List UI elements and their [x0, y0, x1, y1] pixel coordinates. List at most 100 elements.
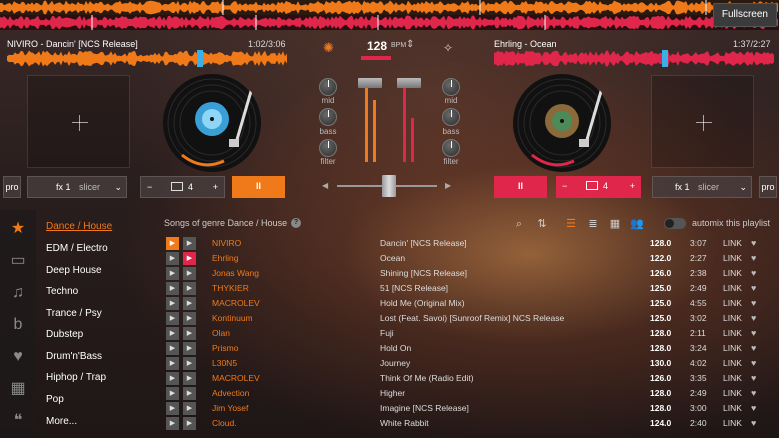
crossfader-right-arrow-icon[interactable]: ▶	[445, 182, 453, 190]
load-deck-right-button[interactable]: ▶	[183, 252, 196, 265]
deck-right-overview-wave[interactable]	[0, 15, 779, 30]
deck-right-loop-minus[interactable]: −	[562, 176, 567, 196]
track-link[interactable]: LINK	[723, 253, 742, 263]
genre-hiphop-trap[interactable]: Hiphop / Trap	[46, 372, 106, 383]
track-row[interactable]: ▶ ▶ MACROLEV Think Of Me (Radio Edit) 126.0 3…	[160, 371, 779, 386]
heart-icon[interactable]: ♥	[751, 343, 756, 353]
track-row[interactable]: ▶ ▶ Jonas Wang Shining [NCS Release] 126.0 2:…	[160, 266, 779, 281]
effects-wand-icon[interactable]: ✧	[443, 41, 453, 55]
track-row[interactable]: ▶ ▶ Kontinuum Lost (Feat. Savoi) [Sunroof R…	[160, 311, 779, 326]
deck-left-loop-control[interactable]: − 4 +	[140, 176, 225, 198]
deck-right-volume-fader[interactable]	[397, 78, 421, 88]
heart-icon[interactable]: ♥	[751, 238, 756, 248]
load-deck-right-button[interactable]: ▶	[183, 417, 196, 430]
genre-pop[interactable]: Pop	[46, 394, 64, 405]
heart-icon[interactable]: ♥	[751, 313, 756, 323]
help-icon[interactable]: ?	[291, 218, 301, 228]
track-link[interactable]: LINK	[723, 358, 742, 368]
heart-icon[interactable]: ♥	[751, 373, 756, 383]
deck-right-pause-button[interactable]: II	[494, 176, 547, 198]
overview-waveform[interactable]: Fullscreen	[0, 0, 779, 30]
load-deck-right-button[interactable]: ▶	[183, 312, 196, 325]
grid-icon[interactable]: ▦	[9, 380, 27, 398]
genre-edm-electro[interactable]: EDM / Electro	[46, 243, 108, 254]
deck-right-mini-waveform[interactable]	[494, 50, 774, 67]
deck-left-volume-fader[interactable]	[358, 78, 382, 88]
genre-techno[interactable]: Techno	[46, 286, 78, 297]
track-link[interactable]: LINK	[723, 328, 742, 338]
track-link[interactable]: LINK	[723, 298, 742, 308]
deck-left-pause-button[interactable]: II	[232, 176, 285, 198]
load-deck-left-button[interactable]: ▶	[166, 267, 179, 280]
deck-right-loop-control[interactable]: − 4 +	[556, 176, 641, 198]
deck-left-loop-minus[interactable]: −	[147, 177, 152, 197]
track-link[interactable]: LINK	[723, 313, 742, 323]
load-deck-right-button[interactable]: ▶	[183, 297, 196, 310]
track-link[interactable]: LINK	[723, 418, 742, 428]
deck-left-turntable[interactable]	[162, 73, 262, 173]
genre-more[interactable]: More...	[46, 416, 77, 427]
load-deck-right-button[interactable]: ▶	[183, 387, 196, 400]
music-note-icon[interactable]: ♫	[9, 284, 27, 302]
users-icon[interactable]: 👥	[630, 217, 644, 231]
deck-left-loop-plus[interactable]: +	[213, 177, 218, 197]
genre-drum-n-bass[interactable]: Drum'n'Bass	[46, 351, 102, 362]
deck-left-overview-wave[interactable]	[0, 0, 779, 15]
sync-icon[interactable]: ✺	[323, 41, 337, 55]
deck-left-pro-button[interactable]: pro	[3, 176, 21, 198]
genre-dance-house[interactable]: Dance / House	[46, 221, 112, 232]
load-deck-left-button[interactable]: ▶	[166, 387, 179, 400]
heart-icon[interactable]: ♥	[751, 268, 756, 278]
deck-left-fx-select[interactable]: fx 1 slicer ⌄	[27, 176, 127, 198]
track-row[interactable]: ▶ ▶ Jim Yosef Imagine [NCS Release] 128.0 3:0…	[160, 401, 779, 416]
load-deck-left-button[interactable]: ▶	[166, 297, 179, 310]
heart-icon[interactable]: ♥	[751, 358, 756, 368]
bpm-stepper-icon[interactable]: ⇕	[406, 39, 414, 50]
load-deck-right-button[interactable]: ▶	[183, 282, 196, 295]
detail-list-icon[interactable]: ≣	[586, 217, 600, 231]
load-deck-left-button[interactable]: ▶	[166, 312, 179, 325]
heart-icon[interactable]: ♥	[751, 328, 756, 338]
deck-right-jog-pad[interactable]	[651, 75, 754, 168]
crossfader-handle[interactable]	[382, 175, 396, 197]
load-deck-right-button[interactable]: ▶	[183, 237, 196, 250]
load-deck-left-button[interactable]: ▶	[166, 237, 179, 250]
track-link[interactable]: LINK	[723, 268, 742, 278]
load-deck-left-button[interactable]: ▶	[166, 282, 179, 295]
load-deck-right-button[interactable]: ▶	[183, 357, 196, 370]
load-deck-right-button[interactable]: ▶	[183, 267, 196, 280]
heart-icon[interactable]: ♥	[751, 298, 756, 308]
load-deck-right-button[interactable]: ▶	[183, 327, 196, 340]
load-deck-right-button[interactable]: ▶	[183, 342, 196, 355]
deck-left-jog-pad[interactable]	[27, 75, 130, 168]
heart-icon[interactable]: ♥	[751, 253, 756, 263]
star-icon[interactable]: ★	[9, 220, 27, 238]
track-link[interactable]: LINK	[723, 238, 742, 248]
heart-icon[interactable]: ♥	[751, 283, 756, 293]
fullscreen-button[interactable]: Fullscreen	[712, 3, 777, 27]
load-deck-left-button[interactable]: ▶	[166, 372, 179, 385]
deck-left-mini-waveform[interactable]	[7, 50, 287, 67]
load-deck-left-button[interactable]: ▶	[166, 327, 179, 340]
load-deck-right-button[interactable]: ▶	[183, 402, 196, 415]
track-link[interactable]: LINK	[723, 373, 742, 383]
load-deck-left-button[interactable]: ▶	[166, 402, 179, 415]
load-deck-right-button[interactable]: ▶	[183, 372, 196, 385]
beatport-icon[interactable]: b	[9, 316, 27, 334]
deck-left-filter-knob[interactable]	[319, 139, 337, 157]
deck-left-mid-knob[interactable]	[319, 78, 337, 96]
heart-icon[interactable]: ♥	[9, 348, 27, 366]
track-row[interactable]: ▶ ▶ Ehrling Ocean 122.0 2:27 LINK ♥	[160, 251, 779, 266]
deck-right-pro-button[interactable]: pro	[759, 176, 777, 198]
load-deck-left-button[interactable]: ▶	[166, 342, 179, 355]
track-row[interactable]: ▶ ▶ Prismo Hold On 128.0 3:24 LINK ♥	[160, 341, 779, 356]
track-link[interactable]: LINK	[723, 343, 742, 353]
video-icon[interactable]: ▭	[9, 252, 27, 270]
track-link[interactable]: LINK	[723, 283, 742, 293]
track-link[interactable]: LINK	[723, 388, 742, 398]
track-row[interactable]: ▶ ▶ THYKIER 51 [NCS Release] 125.0 2:49 LINK ♥	[160, 281, 779, 296]
deck-right-fx-select[interactable]: fx 1 slicer ⌄	[652, 176, 752, 198]
genre-deep-house[interactable]: Deep House	[46, 265, 102, 276]
deck-left-bass-knob[interactable]	[319, 108, 337, 126]
deck-right-filter-knob[interactable]	[442, 139, 460, 157]
